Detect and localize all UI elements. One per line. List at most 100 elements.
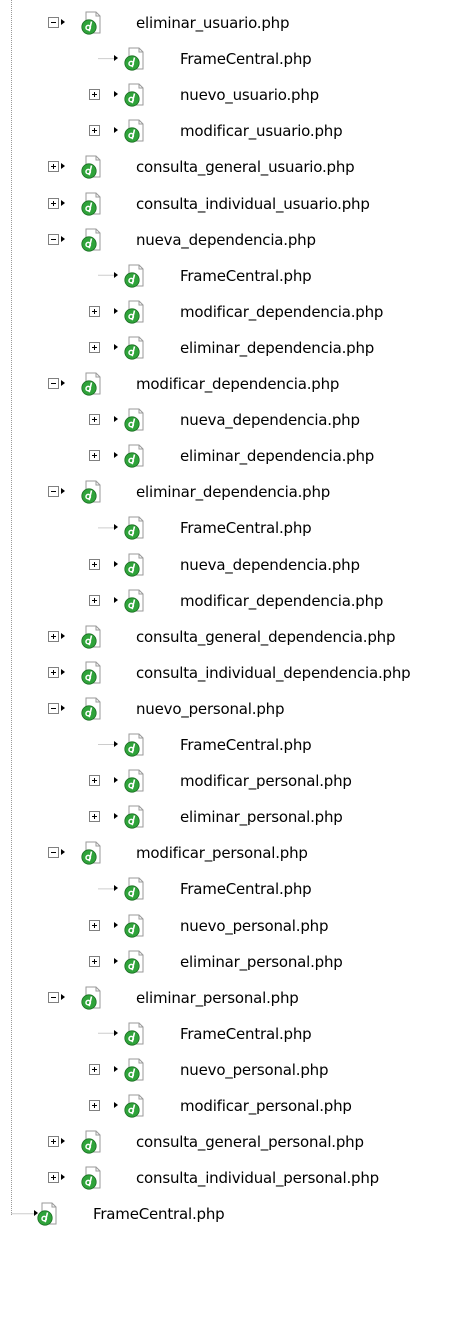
tree-item[interactable]: modificar_personal.php xyxy=(0,1089,470,1125)
collapse-icon[interactable] xyxy=(48,702,59,714)
tree-item[interactable]: modificar_dependencia.php xyxy=(0,367,470,403)
tree-item-label[interactable]: eliminar_dependencia.php xyxy=(180,447,374,465)
tree-item-label[interactable]: consulta_individual_usuario.php xyxy=(136,195,370,213)
collapse-icon[interactable] xyxy=(48,17,59,28)
expand-icon[interactable] xyxy=(89,125,100,137)
tree-item[interactable]: nuevo_personal.php xyxy=(0,692,470,728)
tree-item-label[interactable]: nuevo_personal.php xyxy=(180,1061,328,1079)
tree-item[interactable]: modificar_dependencia.php xyxy=(0,295,470,331)
tree-item-label[interactable]: modificar_dependencia.php xyxy=(180,592,383,610)
tree-item-label[interactable]: modificar_dependencia.php xyxy=(136,375,339,393)
tree-item-label[interactable]: FrameCentral.php xyxy=(93,1205,225,1223)
tree-item-label[interactable]: consulta_individual_personal.php xyxy=(136,1169,379,1187)
tree-item[interactable]: eliminar_dependencia.php xyxy=(0,475,470,511)
expand-icon[interactable] xyxy=(89,1100,100,1111)
expand-icon[interactable] xyxy=(89,558,100,570)
php-file-icon xyxy=(36,1202,58,1226)
link-arrow-icon xyxy=(114,777,118,784)
tree-item-label[interactable]: modificar_usuario.php xyxy=(180,122,343,140)
tree-item[interactable]: nuevo_personal.php xyxy=(0,1053,470,1089)
expand-icon[interactable] xyxy=(89,341,100,353)
tree-item-label[interactable]: FrameCentral.php xyxy=(180,267,312,285)
tree-item-label[interactable]: consulta_general_personal.php xyxy=(136,1133,364,1151)
expand-icon[interactable] xyxy=(89,919,100,931)
expand-icon[interactable] xyxy=(48,666,59,678)
tree-item[interactable]: nueva_dependencia.php xyxy=(0,548,470,584)
link-arrow-icon xyxy=(61,199,65,206)
tree-item[interactable]: FrameCentral.php xyxy=(0,1197,470,1233)
tree-item-label[interactable]: nueva_dependencia.php xyxy=(180,411,360,429)
tree-item[interactable]: eliminar_personal.php xyxy=(0,800,470,836)
expand-icon[interactable] xyxy=(89,89,100,101)
tree-item[interactable]: eliminar_dependencia.php xyxy=(0,439,470,475)
tree-item-label[interactable]: eliminar_dependencia.php xyxy=(136,483,330,501)
tree-item-label[interactable]: FrameCentral.php xyxy=(180,50,312,68)
collapse-icon[interactable] xyxy=(48,847,59,859)
expand-icon[interactable] xyxy=(89,305,100,317)
tree-item[interactable]: eliminar_personal.php xyxy=(0,981,470,1017)
tree-item[interactable]: consulta_general_personal.php xyxy=(0,1125,470,1161)
tree-item-label[interactable]: eliminar_personal.php xyxy=(136,989,299,1007)
tree-item[interactable]: consulta_individual_dependencia.php xyxy=(0,656,470,692)
expand-icon[interactable] xyxy=(48,161,59,173)
expand-icon[interactable] xyxy=(48,1172,59,1184)
collapse-icon[interactable] xyxy=(48,486,59,498)
tree-item[interactable]: FrameCentral.php xyxy=(0,872,470,908)
expand-icon[interactable] xyxy=(89,955,100,967)
tree-item[interactable]: eliminar_usuario.php xyxy=(0,6,470,42)
tree-item-label[interactable]: FrameCentral.php xyxy=(180,519,312,537)
link-arrow-icon xyxy=(114,1065,118,1072)
tree-item[interactable]: consulta_general_dependencia.php xyxy=(0,620,470,656)
expand-icon[interactable] xyxy=(48,630,59,642)
tree-item[interactable]: modificar_personal.php xyxy=(0,764,470,800)
expand-icon[interactable] xyxy=(89,1063,100,1075)
tree-item[interactable]: eliminar_dependencia.php xyxy=(0,331,470,367)
tree-item-label[interactable]: consulta_general_dependencia.php xyxy=(136,628,395,646)
tree-item[interactable]: FrameCentral.php xyxy=(0,42,470,78)
tree-item[interactable]: modificar_usuario.php xyxy=(0,114,470,150)
collapse-icon[interactable] xyxy=(48,233,59,245)
expand-icon[interactable] xyxy=(48,197,59,209)
expand-icon[interactable] xyxy=(89,594,100,606)
link-arrow-icon xyxy=(61,1138,65,1145)
tree-item-label[interactable]: nuevo_personal.php xyxy=(180,917,328,935)
tree-item-label[interactable]: eliminar_personal.php xyxy=(180,953,343,971)
expand-icon[interactable] xyxy=(89,811,100,823)
tree-item-label[interactable]: modificar_personal.php xyxy=(180,1097,352,1115)
tree-item[interactable]: eliminar_personal.php xyxy=(0,945,470,981)
tree-item-label[interactable]: modificar_personal.php xyxy=(136,844,308,862)
tree-item-label[interactable]: nuevo_usuario.php xyxy=(180,86,319,104)
tree-item[interactable]: nuevo_usuario.php xyxy=(0,78,470,114)
expand-icon[interactable] xyxy=(89,414,100,426)
tree-item-label[interactable]: FrameCentral.php xyxy=(180,1025,312,1043)
tree-item-label[interactable]: eliminar_dependencia.php xyxy=(180,339,374,357)
tree-item-label[interactable]: nuevo_personal.php xyxy=(136,700,284,718)
expand-icon[interactable] xyxy=(89,775,100,787)
tree-item[interactable]: FrameCentral.php xyxy=(0,259,470,295)
tree-item[interactable]: consulta_general_usuario.php xyxy=(0,150,470,186)
tree-item[interactable]: modificar_dependencia.php xyxy=(0,584,470,620)
tree-item[interactable]: consulta_individual_usuario.php xyxy=(0,187,470,223)
tree-item[interactable]: FrameCentral.php xyxy=(0,1017,470,1053)
tree-item[interactable]: nueva_dependencia.php xyxy=(0,223,470,259)
tree-item[interactable]: consulta_individual_personal.php xyxy=(0,1161,470,1197)
tree-item-label[interactable]: eliminar_usuario.php xyxy=(136,14,289,32)
tree-item[interactable]: FrameCentral.php xyxy=(0,728,470,764)
tree-item[interactable]: nuevo_personal.php xyxy=(0,909,470,945)
collapse-icon[interactable] xyxy=(48,991,59,1003)
tree-item-label[interactable]: modificar_dependencia.php xyxy=(180,303,383,321)
tree-item-label[interactable]: nueva_dependencia.php xyxy=(136,231,316,249)
tree-item-label[interactable]: nueva_dependencia.php xyxy=(180,556,360,574)
tree-item-label[interactable]: consulta_general_usuario.php xyxy=(136,158,355,176)
tree-item-label[interactable]: FrameCentral.php xyxy=(180,736,312,754)
collapse-icon[interactable] xyxy=(48,378,59,389)
expand-icon[interactable] xyxy=(48,1136,59,1148)
tree-item-label[interactable]: modificar_personal.php xyxy=(180,772,352,790)
tree-item[interactable]: nueva_dependencia.php xyxy=(0,403,470,439)
tree-item-label[interactable]: eliminar_personal.php xyxy=(180,808,343,826)
tree-item[interactable]: FrameCentral.php xyxy=(0,511,470,547)
tree-item[interactable]: modificar_personal.php xyxy=(0,836,470,872)
tree-item-label[interactable]: FrameCentral.php xyxy=(180,880,312,898)
expand-icon[interactable] xyxy=(89,450,100,462)
tree-item-label[interactable]: consulta_individual_dependencia.php xyxy=(136,664,411,682)
